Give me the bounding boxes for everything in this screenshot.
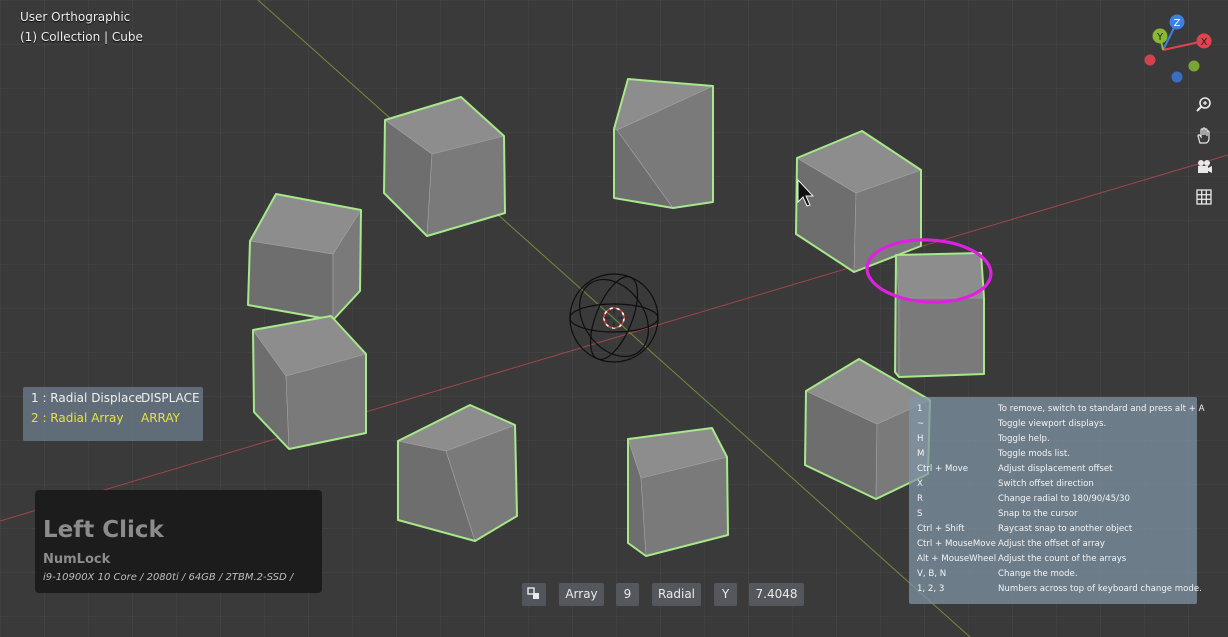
gizmo-negative-y[interactable] (1188, 60, 1200, 72)
radial-mode-chip[interactable]: Radial (652, 583, 701, 606)
gizmo-z-label: Z (1174, 18, 1181, 29)
array-mode-chip[interactable]: Array (559, 583, 604, 606)
help-key: S (917, 509, 923, 519)
hand-pan-icon[interactable] (1191, 123, 1217, 149)
modifier-row-array[interactable]: 2 : Radial Array ARRAY (31, 408, 180, 428)
gizmo-y-label: Y (1156, 32, 1164, 43)
help-key: X (917, 479, 923, 489)
modifier-list-panel: 1 : Radial DisplaceDISPLACE 2 : Radial A… (23, 387, 203, 441)
cube-object[interactable] (247, 193, 362, 321)
grid-icon[interactable] (1191, 184, 1217, 210)
cube-object[interactable] (894, 252, 985, 378)
help-description: Switch offset direction (998, 479, 1094, 489)
help-description: Toggle help. (998, 434, 1050, 444)
collection-info: (1) Collection | Cube (20, 30, 143, 44)
modifier-label: 1 : Radial Displace (31, 391, 143, 405)
camera-icon[interactable] (1191, 154, 1217, 180)
pressed-key-label: Left Click (43, 517, 164, 543)
help-description: Raycast snap to another object (998, 524, 1133, 534)
zoom-icon[interactable] (1191, 92, 1217, 118)
help-description: Change the mode. (998, 569, 1078, 579)
help-key: 1, 2, 3 (917, 584, 945, 594)
help-description: Snap to the cursor (998, 509, 1078, 519)
help-description: Adjust displacement offset (998, 464, 1113, 474)
help-key: Ctrl + MouseMove (917, 539, 996, 549)
modifier-type: DISPLACE (141, 391, 200, 405)
gizmo-negative-x[interactable] (1144, 54, 1156, 66)
cube-object[interactable] (613, 78, 715, 209)
modifier-type: ARRAY (141, 411, 181, 425)
array-count-chip[interactable]: 9 (616, 583, 639, 606)
help-description: Change radial to 180/90/45/30 (998, 494, 1130, 504)
help-key: Alt + MouseWheel (917, 554, 997, 564)
help-description: Adjust the offset of array (998, 539, 1106, 549)
gizmo-negative-z[interactable] (1171, 71, 1183, 83)
cube-object[interactable] (383, 96, 506, 237)
cube-object[interactable] (397, 404, 518, 542)
help-key: Ctrl + Move (917, 464, 969, 474)
view-name: User Orthographic (20, 10, 131, 24)
help-key: 1 (917, 404, 923, 414)
help-description: Adjust the count of the arrays (998, 554, 1127, 564)
modifier-label: 2 : Radial Array (31, 411, 124, 425)
offset-value-chip[interactable]: 7.4048 (749, 583, 804, 606)
cube-object[interactable] (795, 130, 922, 273)
help-key: R (917, 494, 923, 504)
cube-object[interactable] (627, 427, 729, 557)
help-description: Numbers across top of keyboard change mo… (998, 584, 1202, 594)
help-key: ~ (917, 419, 925, 429)
array-icon[interactable] (522, 583, 546, 606)
help-panel: 1 To remove, switch to standard and press… (909, 397, 1205, 604)
gizmo-x-label: X (1201, 37, 1208, 48)
modifier-row-displace[interactable]: 1 : Radial DisplaceDISPLACE (31, 388, 200, 408)
help-key: V, B, N (917, 569, 947, 579)
system-specs-text: i9-10900X 10 Core / 2080ti / 64GB / 2TBM… (43, 572, 294, 583)
axis-chip[interactable]: Y (714, 583, 737, 606)
help-description: Toggle mods list. (998, 449, 1071, 459)
modifier-key-label: NumLock (43, 552, 111, 567)
help-description: To remove, switch to standard and press … (998, 404, 1205, 414)
help-key: Ctrl + Shift (917, 524, 965, 534)
key-press-overlay: Left Click NumLock i9-10900X 10 Core / 2… (35, 490, 322, 593)
y-axis-line (257, 0, 971, 637)
axis-gizmo[interactable]: Z Y X (1144, 14, 1212, 83)
cube-object[interactable] (252, 315, 367, 450)
help-key: H (917, 434, 924, 444)
cube-ring (247, 78, 985, 557)
help-description: Toggle viewport displays. (998, 419, 1107, 429)
help-key: M (917, 449, 925, 459)
